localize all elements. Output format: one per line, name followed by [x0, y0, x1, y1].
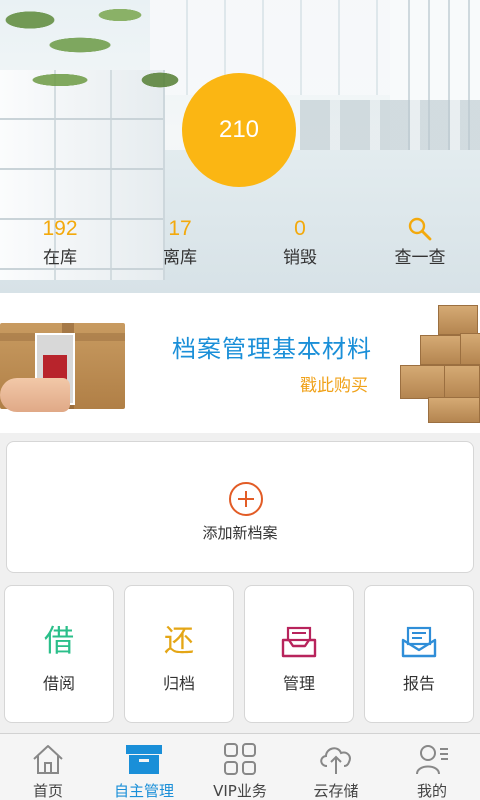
- bottom-tab-bar: 首页 自主管理 VIP业务 云存储 我的: [0, 733, 480, 800]
- stacked-boxes-image: [400, 305, 480, 423]
- archive-return-label: 归档: [162, 674, 195, 693]
- archive-box-icon: [96, 740, 192, 778]
- stat-out-stock-value: 17: [168, 217, 192, 240]
- report-tile[interactable]: 报告: [364, 585, 474, 723]
- home-icon: [0, 740, 96, 778]
- cloud-upload-icon: [288, 740, 384, 778]
- total-archives-count: 210: [218, 116, 260, 143]
- search-label: 查一查: [394, 248, 446, 268]
- borrow-tile[interactable]: 借 借阅: [4, 585, 114, 723]
- return-icon: 还: [164, 624, 194, 659]
- stat-in-stock-value: 192: [42, 217, 78, 240]
- inbox-icon: [245, 626, 353, 658]
- office-desks: [300, 100, 480, 150]
- stat-out-stock[interactable]: 17 离库: [120, 215, 240, 275]
- user-icon: [384, 740, 480, 778]
- tab-mine-label: 我的: [416, 782, 447, 800]
- hand-image: [0, 378, 70, 412]
- add-archive-label: 添加新档案: [202, 524, 278, 542]
- stat-in-stock[interactable]: 192 在库: [0, 215, 120, 275]
- tab-cloud-storage-label: 云存储: [313, 782, 359, 800]
- buy-now-link[interactable]: 戳此购买: [300, 371, 368, 396]
- tab-cloud-storage[interactable]: 云存储: [288, 734, 384, 800]
- search-icon: [360, 215, 480, 243]
- search-button[interactable]: 查一查: [360, 215, 480, 275]
- report-label: 报告: [402, 674, 435, 693]
- stat-in-stock-label: 在库: [43, 248, 77, 268]
- add-archive-button[interactable]: 添加新档案: [6, 441, 474, 573]
- plus-circle-icon: [229, 482, 263, 516]
- manage-label: 管理: [282, 674, 315, 693]
- tab-mine[interactable]: 我的: [384, 734, 480, 800]
- total-archives-circle[interactable]: 210: [182, 73, 296, 187]
- tab-self-management-label: 自主管理: [113, 782, 174, 800]
- tab-vip-business[interactable]: VIP业务: [192, 734, 288, 800]
- tab-home-label: 首页: [32, 782, 63, 800]
- borrow-label: 借阅: [42, 674, 75, 693]
- banner-title: 档案管理基本材料: [172, 335, 372, 363]
- report-icon: [365, 626, 473, 658]
- stat-destroyed-value: 0: [294, 217, 306, 240]
- tab-home[interactable]: 首页: [0, 734, 96, 800]
- hero-banner: 210 192 在库 17 离库 0 销毁 查一查: [0, 0, 480, 293]
- borrow-icon: 借: [44, 624, 74, 659]
- purchase-banner[interactable]: 档案管理基本材料 戳此购买: [0, 293, 480, 433]
- stat-destroyed[interactable]: 0 销毁: [240, 215, 360, 275]
- tab-self-management[interactable]: 自主管理: [96, 734, 192, 800]
- manage-tile[interactable]: 管理: [244, 585, 354, 723]
- tab-vip-business-label: VIP业务: [213, 782, 267, 800]
- stat-destroyed-label: 销毁: [283, 248, 317, 268]
- plant-image: [0, 0, 200, 120]
- grid-icon: [192, 740, 288, 778]
- archive-stats: 192 在库 17 离库 0 销毁 查一查: [0, 215, 480, 275]
- archive-return-tile[interactable]: 还 归档: [124, 585, 234, 723]
- stat-out-stock-label: 离库: [163, 248, 197, 268]
